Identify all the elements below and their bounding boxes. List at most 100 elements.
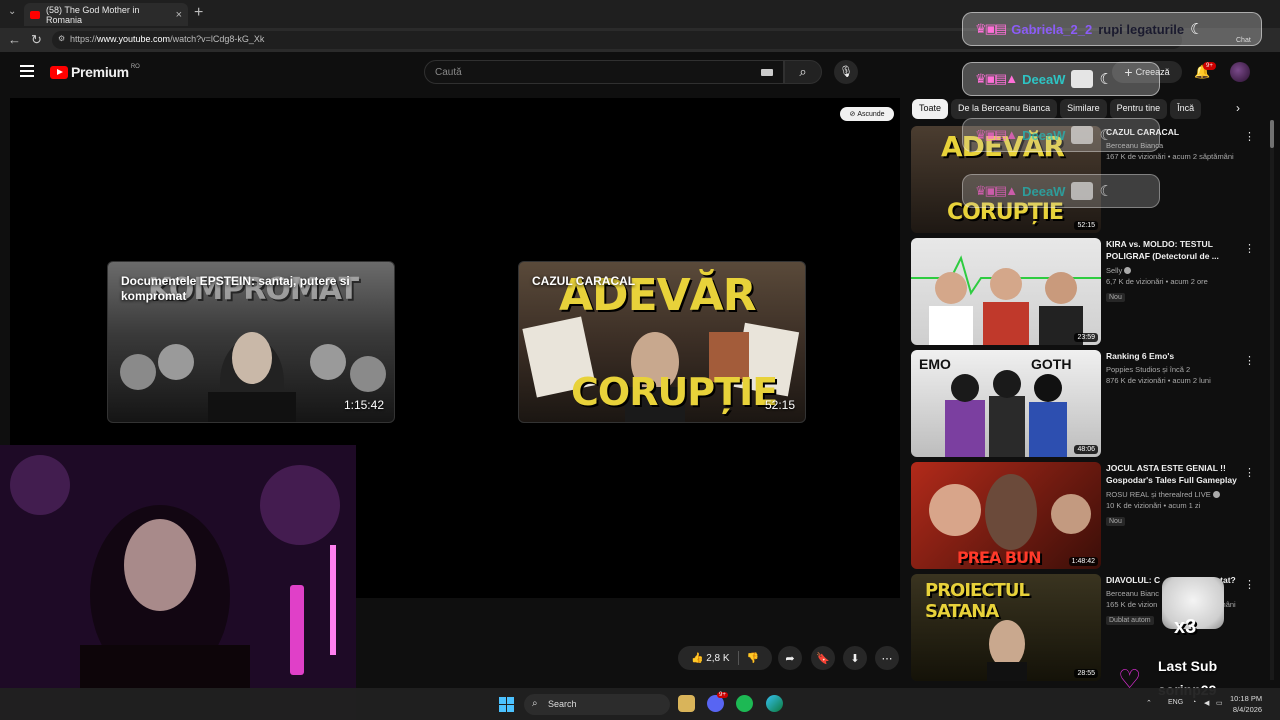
video-title[interactable]: JOCUL ASTA ESTE GENIAL !! Gospodar's Tal… — [1106, 462, 1238, 487]
like-button[interactable]: 👍 2,8 K — [691, 653, 730, 664]
file-explorer-icon[interactable] — [678, 695, 695, 712]
voice-search-button[interactable]: 🎙 — [834, 60, 858, 84]
account-avatar[interactable] — [1230, 62, 1250, 82]
share-button[interactable]: ➦ — [778, 646, 802, 670]
channel-label: ROSU REAL și therealred LIVE — [1106, 489, 1211, 499]
webcam-image — [0, 445, 356, 720]
share-icon: ➦ — [785, 652, 795, 665]
clock-date: 8/4/2026 — [1232, 704, 1263, 714]
like-count: 2,8 K — [706, 652, 730, 664]
alert-username: DeeaW — [1022, 127, 1066, 143]
list-item[interactable]: PREA BUN 1:48:42 JOCUL ASTA ESTE GENIAL … — [911, 462, 1261, 570]
moon-icon: ☾ — [1190, 21, 1204, 38]
cat-emote-icon — [1071, 70, 1094, 88]
webcam-overlay — [0, 445, 356, 720]
tab-list-icon[interactable]: ⌄ — [8, 6, 16, 17]
youtube-premium-logo[interactable]: Premium RO — [50, 64, 140, 80]
search-icon: ⌕ — [799, 64, 807, 79]
more-vertical-icon[interactable]: ⋮ — [1244, 466, 1255, 479]
chip-from-channel[interactable]: De la Berceanu Bianca — [951, 99, 1058, 119]
battery-icon[interactable]: ▭ — [1216, 699, 1223, 707]
moon-icon: ☾ — [1099, 183, 1113, 200]
url-prefix: https:// — [70, 34, 98, 44]
endcard-title: Documentele EPSTEIN: santaj, putere si k… — [121, 274, 350, 303]
tray-chevron-icon[interactable]: ⌃ — [1146, 699, 1152, 707]
wifi-icon[interactable]: ◔ — [1192, 699, 1196, 706]
video-thumbnail[interactable]: 23:59 — [911, 238, 1101, 345]
back-icon[interactable]: ← — [8, 32, 21, 47]
volume-icon[interactable]: ◀ — [1204, 699, 1209, 707]
windows-start-icon[interactable] — [499, 697, 514, 712]
menu-icon[interactable] — [20, 65, 34, 77]
chevron-right-icon[interactable]: › — [1236, 101, 1240, 115]
channel-name[interactable]: Poppies Studios și încă 2 — [1106, 365, 1238, 374]
notification-count-badge: 9+ — [1203, 62, 1216, 70]
more-vertical-icon[interactable]: ⋮ — [1244, 578, 1255, 591]
discord-badge: 9+ — [717, 692, 728, 698]
keyboard-icon[interactable] — [761, 69, 773, 76]
dislike-icon[interactable]: 👎 — [747, 653, 759, 664]
taskbar-search-label: Search — [548, 699, 577, 709]
tab-close-icon[interactable]: × — [176, 9, 182, 21]
chip-for-you[interactable]: Pentru tine — [1109, 99, 1168, 119]
verified-icon — [1212, 491, 1220, 499]
list-item[interactable]: EMO GOTH 48:06 Ranking 6 Emo's Poppies S… — [911, 350, 1261, 458]
reload-icon[interactable]: ↻ — [31, 32, 42, 48]
bookmark-icon: 🔖 — [816, 652, 830, 665]
site-info-icon[interactable]: ⚙ — [58, 34, 65, 43]
moon-icon: ☾ — [1099, 127, 1113, 144]
chip-all[interactable]: Toate — [912, 99, 949, 119]
save-button[interactable]: 🔖 — [811, 646, 835, 670]
eye-off-icon: ⊘ — [849, 111, 856, 118]
thumbnail-image — [911, 255, 1101, 345]
channel-label: Selly — [1106, 265, 1123, 275]
chat-alert-banner: ♛▣▤▲ DeeaW ☾ — [962, 118, 1160, 152]
search-button[interactable]: ⌕ — [784, 60, 822, 84]
browser-tab-active[interactable]: (58) The God Mother in Romania × — [24, 3, 188, 26]
spotify-icon[interactable] — [736, 695, 753, 712]
channel-name[interactable]: ROSU REAL și therealred LIVE — [1106, 490, 1238, 499]
video-meta: 167 K de vizionări • acum 2 săptămâni — [1106, 152, 1234, 162]
more-vertical-icon[interactable]: ⋮ — [1244, 130, 1255, 143]
cat-emote-icon — [1071, 182, 1094, 200]
alert-username: DeeaW — [1022, 183, 1066, 199]
video-thumbnail[interactable]: EMO GOTH 48:06 — [911, 350, 1101, 457]
cat-emote-icon — [1071, 126, 1094, 144]
video-title[interactable]: Ranking 6 Emo's — [1106, 350, 1238, 362]
sidebar-scrollbar-thumb[interactable] — [1270, 120, 1274, 148]
more-actions-button[interactable]: ⋯ — [875, 646, 899, 670]
dubbed-badge: Dublat autom — [1106, 616, 1154, 626]
download-button[interactable]: ⬇ — [843, 646, 867, 670]
sidebar-scrollbar-track[interactable] — [1270, 120, 1274, 680]
thumbnail-image — [945, 370, 1067, 457]
verified-icon — [1124, 267, 1132, 275]
hide-endcards-button[interactable]: ⊘ Ascunde — [840, 107, 894, 121]
list-item[interactable]: 23:59 KIRA vs. MOLDO: TESTUL POLIGRAF (D… — [911, 238, 1261, 346]
chip-more[interactable]: Încă — [1170, 99, 1202, 119]
more-vertical-icon[interactable]: ⋮ — [1244, 242, 1255, 255]
emote-icons: ♛▣▤▲ — [975, 127, 1018, 142]
chat-alert-banner: ♛▣▤ Gabriela_2_2 rupi legaturile ☾ — [962, 12, 1262, 46]
taskbar-clock[interactable]: 10:18 PM 8/4/2026 — [1230, 694, 1262, 716]
new-tab-button[interactable]: + — [194, 4, 203, 22]
channel-name[interactable]: Selly — [1106, 266, 1238, 275]
filter-chips: Toate De la Berceanu Bianca Similare Pentru… — [912, 98, 1252, 120]
video-meta-visible: 165 K de vizion — [1106, 600, 1158, 610]
search-input[interactable]: Caută — [424, 60, 784, 84]
emote-icons: ♛▣▤ — [975, 21, 1007, 36]
more-vertical-icon[interactable]: ⋮ — [1244, 354, 1255, 367]
taskbar-search[interactable]: ⌕ Search — [524, 694, 670, 715]
video-meta: 876 K de vizionări • acum 2 luni — [1106, 376, 1211, 386]
chip-related[interactable]: Similare — [1060, 99, 1107, 119]
endscreen-video-card[interactable]: ADEVĂR CORUPȚIE CAZUL CARACAL 52:15 — [518, 261, 806, 423]
video-thumbnail[interactable]: PROIECTUL SATANA 28:55 — [911, 574, 1101, 681]
edge-browser-icon[interactable] — [766, 695, 783, 712]
new-badge: Nou — [1106, 516, 1125, 526]
endcard-title: CAZUL CARACAL — [532, 274, 636, 288]
endscreen-video-card[interactable]: KOMPROMAT Documentele EPSTEIN: santaj, p… — [107, 261, 395, 423]
language-indicator[interactable]: ENG — [1168, 699, 1183, 706]
video-title[interactable]: KIRA vs. MOLDO: TESTUL POLIGRAF (Detecto… — [1106, 238, 1238, 263]
alert-username: Gabriela_2_2 — [1011, 21, 1093, 37]
new-badge: Nou — [1106, 292, 1125, 302]
video-thumbnail[interactable]: PREA BUN 1:48:42 — [911, 462, 1101, 569]
